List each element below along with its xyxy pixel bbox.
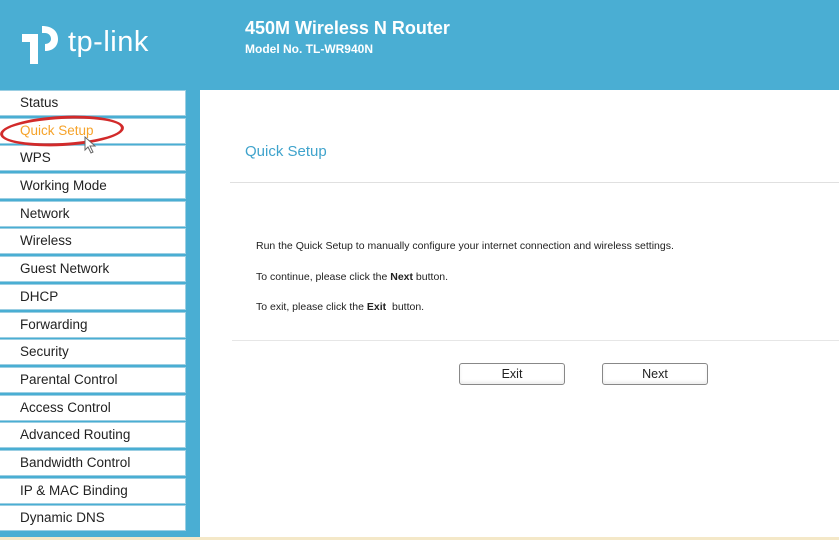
- sidebar-item-security[interactable]: Security: [0, 339, 186, 366]
- model-number: Model No. TL-WR940N: [245, 42, 373, 56]
- exit-instruction: To exit, please click the Exit button.: [256, 301, 424, 313]
- sidebar-item-dynamic-dns[interactable]: Dynamic DNS: [0, 505, 186, 532]
- sidebar-item-guest-network[interactable]: Guest Network: [0, 256, 186, 283]
- next-button[interactable]: Next: [602, 363, 708, 385]
- content-edge: [194, 90, 200, 540]
- sidebar-item-forwarding[interactable]: Forwarding: [0, 311, 186, 338]
- sidebar-item-working-mode[interactable]: Working Mode: [0, 173, 186, 200]
- sidebar-item-ip-mac-binding[interactable]: IP & MAC Binding: [0, 477, 186, 504]
- page-title: Quick Setup: [245, 143, 327, 160]
- sidebar-item-wireless[interactable]: Wireless: [0, 228, 186, 255]
- sidebar: Status Quick Setup WPS Working Mode Netw…: [0, 90, 194, 540]
- mouse-cursor-icon: [84, 136, 97, 154]
- continue-instruction: To continue, please click the Next butto…: [256, 271, 448, 283]
- router-title: 450M Wireless N Router: [245, 18, 450, 38]
- sidebar-item-bandwidth-control[interactable]: Bandwidth Control: [0, 449, 186, 476]
- continue-text-prefix: To continue, please click the: [256, 271, 391, 283]
- continue-text-bold: Next: [390, 271, 414, 283]
- sidebar-item-advanced-routing[interactable]: Advanced Routing: [0, 422, 186, 449]
- exit-text-prefix: To exit, please click the: [256, 301, 367, 313]
- brand-name: tp-link: [68, 26, 149, 58]
- tp-link-logo-icon: [22, 26, 58, 64]
- sidebar-item-network[interactable]: Network: [0, 200, 186, 227]
- sidebar-menu: Status Quick Setup WPS Working Mode Netw…: [0, 90, 187, 532]
- divider: [232, 340, 839, 341]
- tp-link-logo[interactable]: tp-link: [18, 20, 168, 72]
- sidebar-item-parental-control[interactable]: Parental Control: [0, 366, 186, 393]
- exit-button[interactable]: Exit: [459, 363, 565, 385]
- sidebar-item-status[interactable]: Status: [0, 90, 186, 116]
- sidebar-item-dhcp[interactable]: DHCP: [0, 283, 186, 310]
- exit-text-bold: Exit: [366, 301, 387, 313]
- instruction-text: Run the Quick Setup to manually configur…: [256, 240, 674, 252]
- sidebar-item-access-control[interactable]: Access Control: [0, 394, 186, 421]
- divider: [230, 182, 839, 183]
- continue-text-suffix: button.: [413, 271, 449, 283]
- header-bar: tp-link 450M Wireless N Router Model No.…: [0, 0, 839, 90]
- exit-text-suffix: button.: [386, 301, 425, 313]
